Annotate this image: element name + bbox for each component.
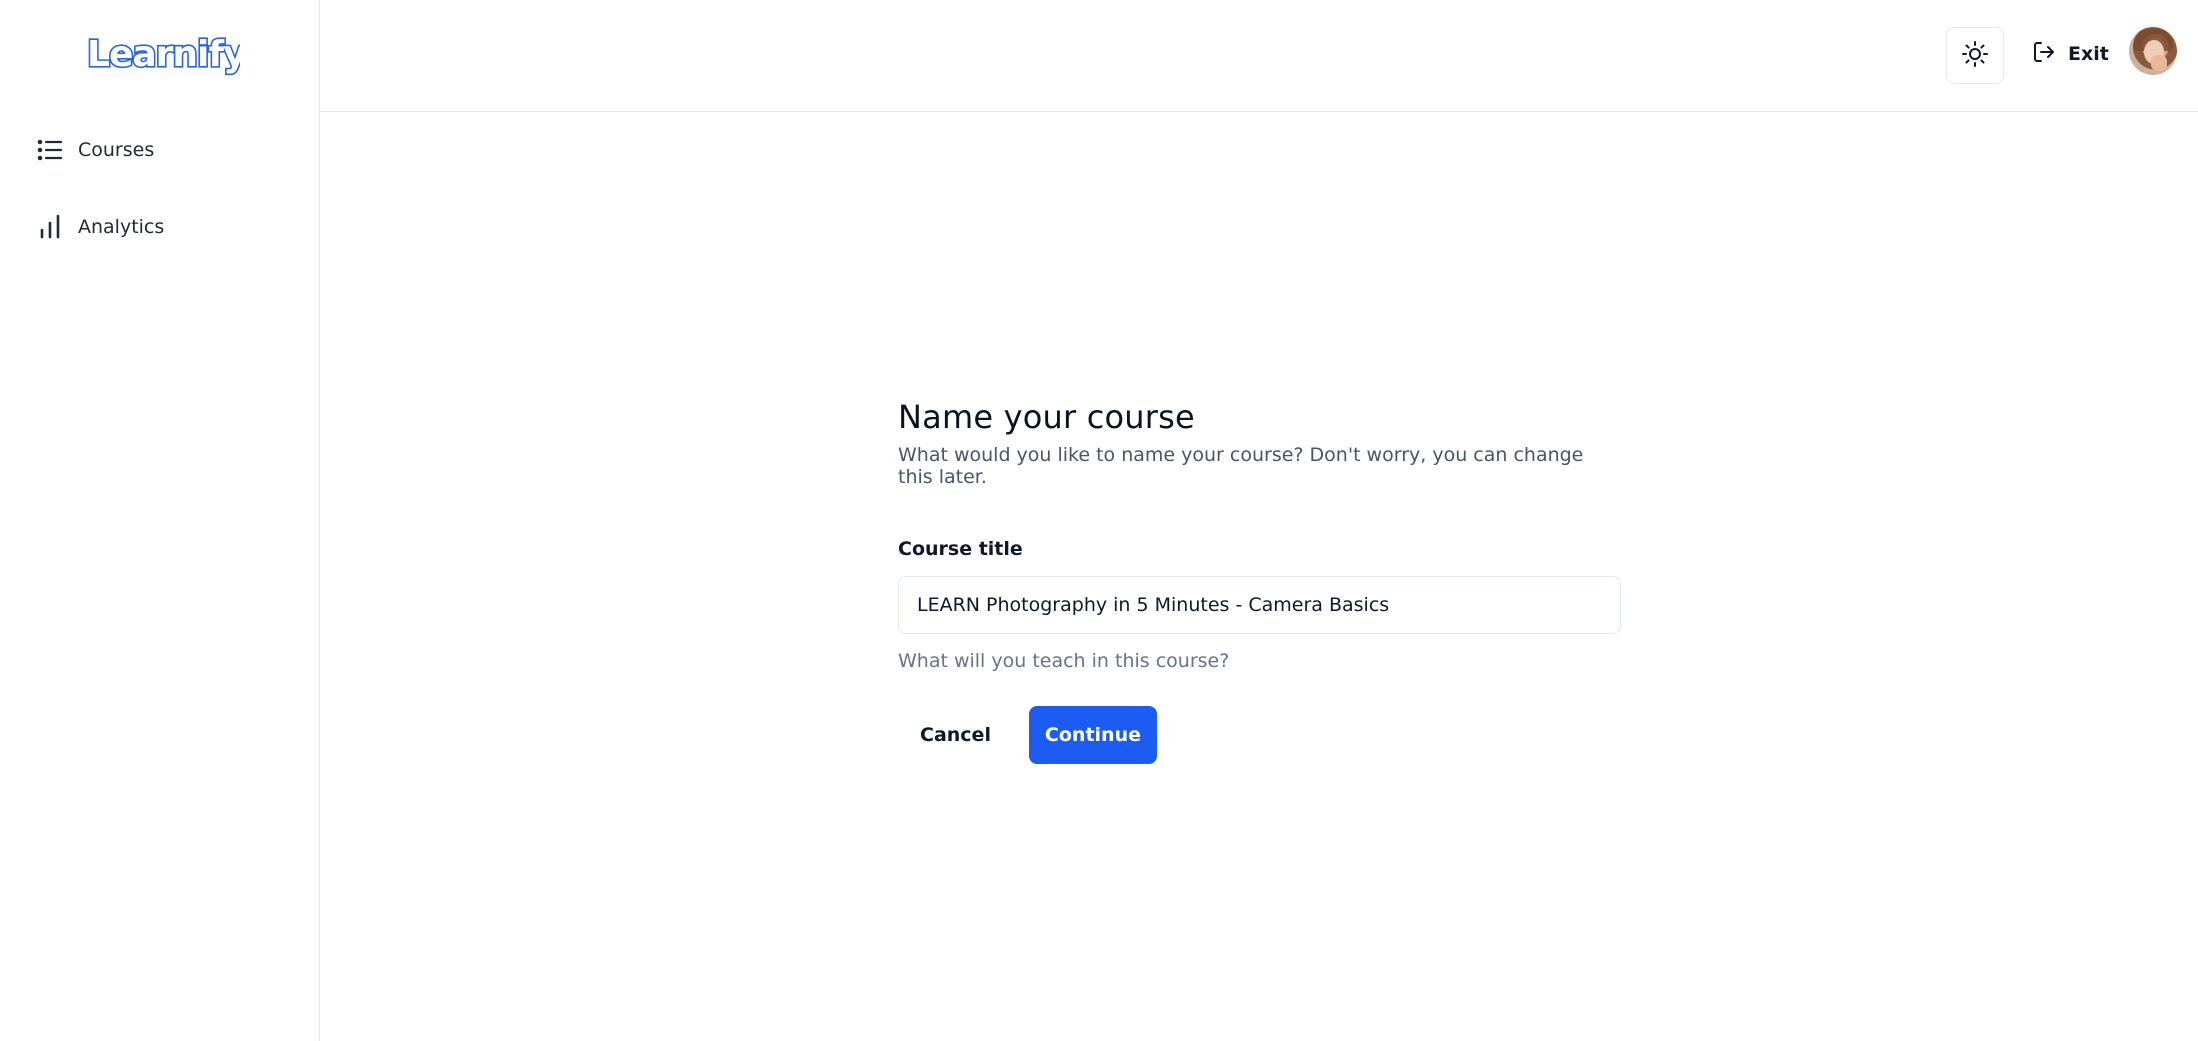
sidebar-item-label: Analytics bbox=[78, 216, 165, 238]
continue-button[interactable]: Continue bbox=[1028, 706, 1157, 764]
theme-toggle-button[interactable] bbox=[1946, 27, 2004, 84]
sun-icon bbox=[1961, 40, 1989, 72]
logo-wordmark: Learnify bbox=[87, 34, 240, 75]
user-avatar[interactable] bbox=[2129, 27, 2177, 75]
exit-label: Exit bbox=[2068, 43, 2109, 65]
avatar-hand bbox=[2151, 55, 2167, 71]
sidebar-item-analytics[interactable]: Analytics bbox=[36, 207, 164, 247]
sidebar: Learnify Courses Analytics bbox=[0, 0, 320, 1041]
bar-chart-icon bbox=[36, 213, 64, 241]
app-root: Learnify Courses Analytics Exit Name you… bbox=[0, 0, 2198, 1041]
learnify-logo[interactable]: Learnify bbox=[84, 30, 240, 80]
form-actions: Cancel Continue bbox=[898, 706, 1622, 764]
page-subtitle: What would you like to name your course?… bbox=[898, 444, 1584, 488]
top-header: Exit bbox=[320, 0, 2198, 112]
page-title: Name your course bbox=[898, 398, 1195, 436]
course-title-label: Course title bbox=[898, 538, 1023, 560]
name-course-form: Name your course What would you like to … bbox=[898, 398, 1622, 764]
sidebar-item-courses[interactable]: Courses bbox=[36, 130, 154, 170]
log-out-icon bbox=[2032, 40, 2056, 68]
cancel-button[interactable]: Cancel bbox=[898, 706, 1013, 764]
course-title-input[interactable] bbox=[898, 576, 1621, 634]
course-title-helper: What will you teach in this course? bbox=[898, 650, 1230, 672]
list-icon bbox=[36, 136, 64, 164]
exit-button[interactable]: Exit bbox=[2032, 34, 2109, 74]
sidebar-item-label: Courses bbox=[78, 139, 155, 161]
